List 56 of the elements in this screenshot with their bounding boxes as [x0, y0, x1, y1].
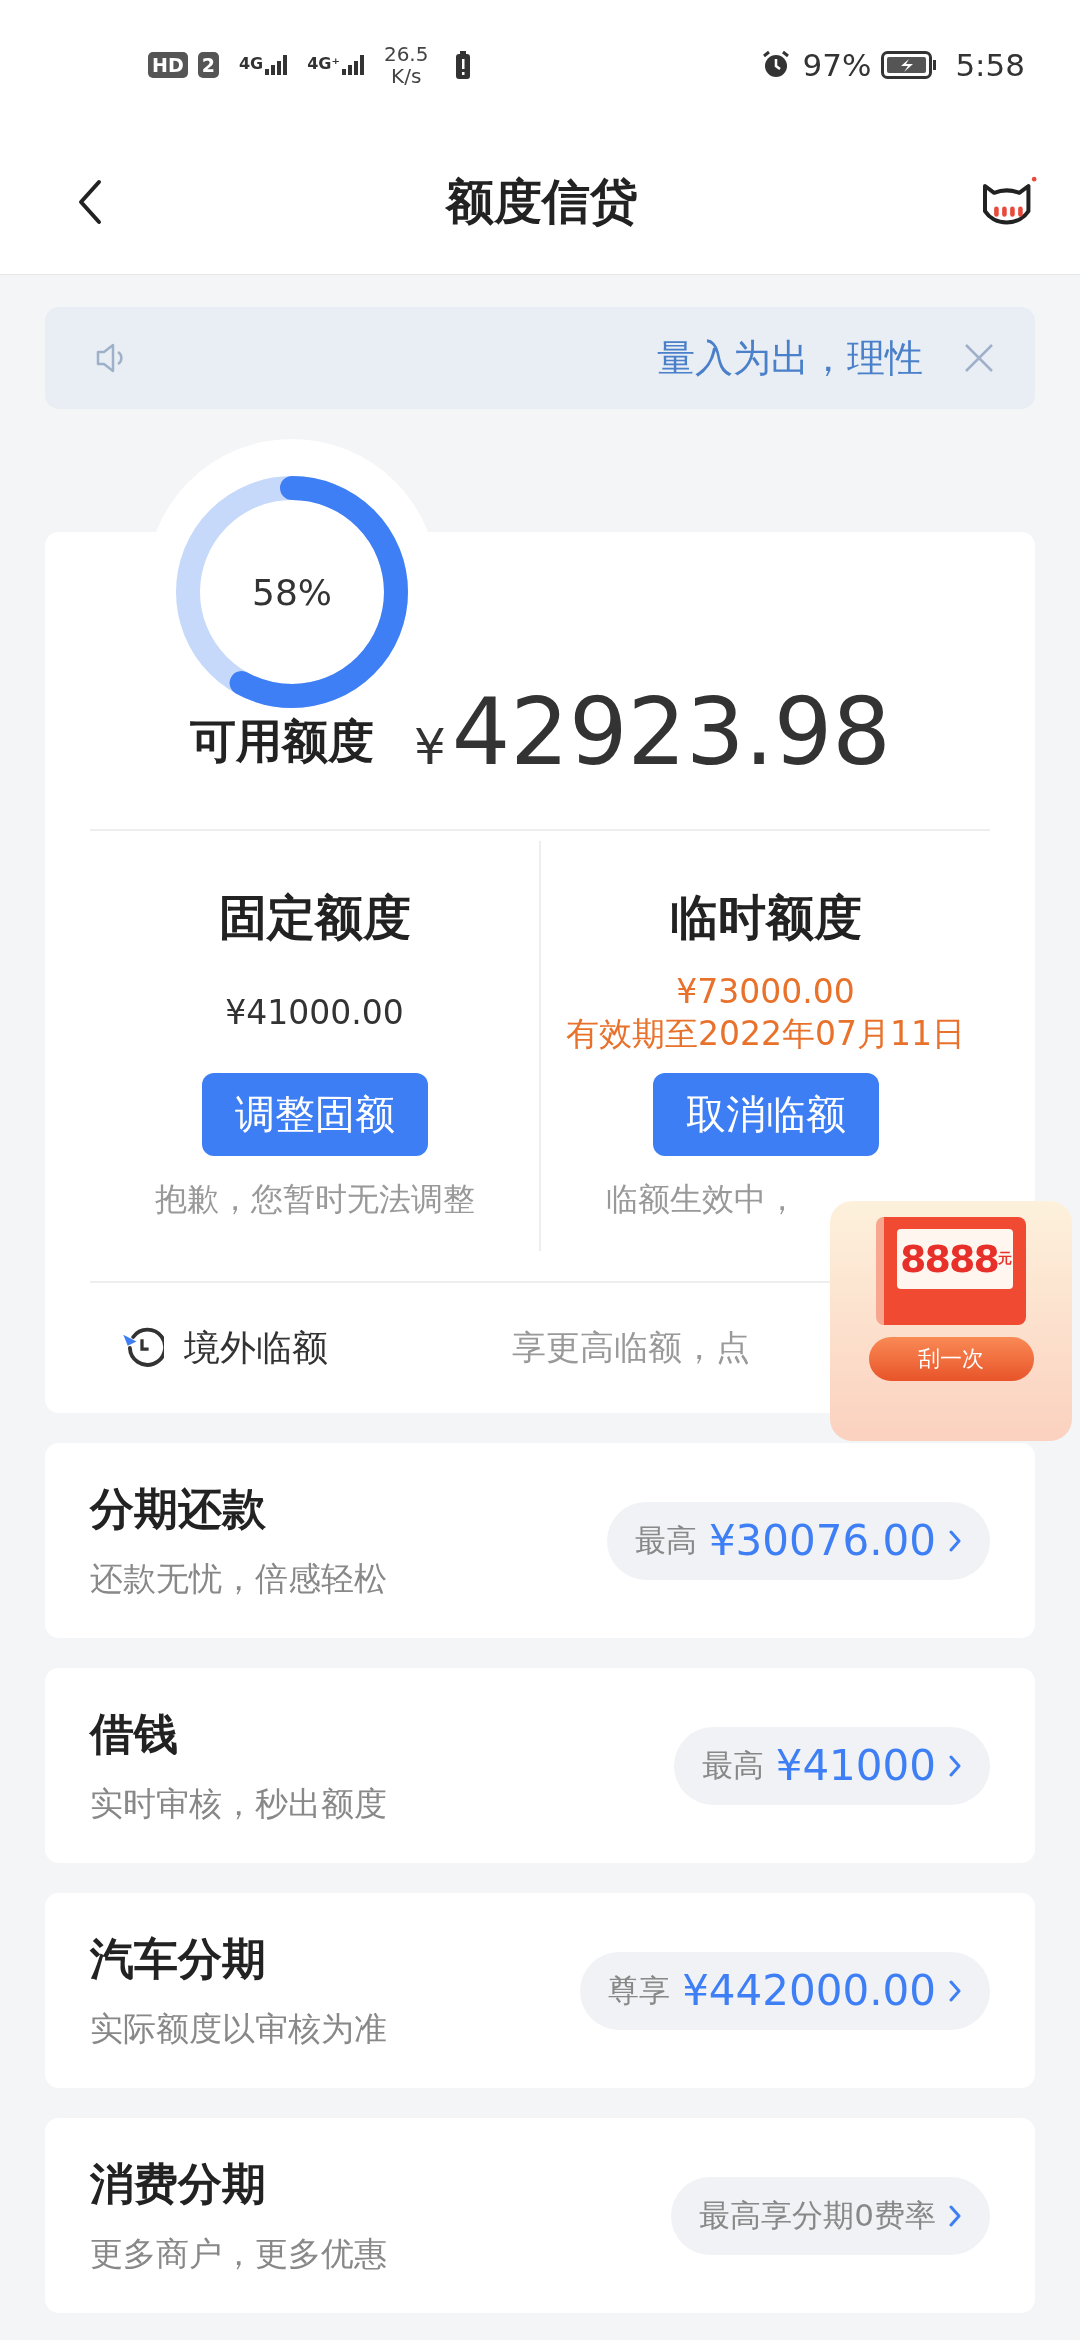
- network-label: 4G⁺: [307, 54, 340, 73]
- limit-prefix: 最高: [701, 1745, 764, 1785]
- quota-button[interactable]: 调整固额: [201, 1073, 428, 1156]
- product-card[interactable]: 借钱 实时审核，秒出额度 最高 ¥41000: [45, 1668, 1035, 1863]
- quota-title: 固定额度: [218, 888, 411, 947]
- chevron-icon: [948, 1754, 962, 1777]
- page-title: 额度信贷: [445, 172, 638, 231]
- quota-note: 临额生效中，: [606, 1179, 798, 1220]
- battery-icon: [881, 51, 938, 79]
- limit-pill[interactable]: 最高享分期0费率: [671, 2176, 990, 2255]
- product-subtitle: 还款无忧，倍感轻松: [90, 1557, 387, 1600]
- signal-icon: [265, 54, 288, 76]
- limit-pill[interactable]: 最高 ¥30076.00: [606, 1501, 990, 1580]
- limit-value: ¥30076.00: [708, 1516, 936, 1565]
- limit-pill[interactable]: 尊享 ¥442000.00: [580, 1951, 990, 2030]
- chevron-icon: [948, 1529, 962, 1552]
- quota-button[interactable]: 取消临额: [652, 1073, 879, 1156]
- chevron-icon: [948, 1979, 962, 2002]
- limit-value: ¥442000.00: [682, 1966, 936, 2015]
- product-title: 消费分期: [90, 2156, 267, 2211]
- overseas-hint[interactable]: 享更高临额，点: [512, 1325, 750, 1371]
- product-title: 分期还款: [90, 1481, 267, 1536]
- product-subtitle: 实时审核，秒出额度: [90, 1782, 387, 1825]
- limit-prefix: 最高享分期0费率: [699, 2195, 936, 2235]
- product-subtitle: 更多商户，更多优惠: [90, 2232, 387, 2275]
- limit-prefix: 尊享: [608, 1970, 671, 2010]
- product-title: 借钱: [90, 1706, 179, 1761]
- quota-title: 临时额度: [669, 888, 862, 947]
- quota-note: 抱歉，您暂时无法调整: [154, 1179, 475, 1220]
- available-amount: ¥42923.98: [414, 687, 891, 779]
- chevron-icon: [948, 2204, 962, 2227]
- product-title: 汽车分期: [90, 1931, 267, 1986]
- battery-percent: 97%: [802, 47, 872, 83]
- available-label: 可用额度: [190, 713, 374, 770]
- hd-badge: HD: [148, 52, 188, 78]
- battery-alert-icon: [456, 51, 471, 79]
- limit-prefix: 最高: [634, 1520, 697, 1560]
- speed-unit: K/s: [391, 65, 422, 87]
- clock-time: 5:58: [955, 47, 1025, 83]
- signal-icon: [341, 54, 364, 76]
- scratch-button[interactable]: 刮一次: [868, 1337, 1034, 1381]
- network-speed: 26.5: [383, 43, 429, 65]
- limit-pill[interactable]: 最高 ¥41000: [673, 1726, 990, 1805]
- sim-badge: 2: [197, 52, 219, 78]
- product-card[interactable]: 消费分期 更多商户，更多优惠 最高享分期0费率: [45, 2118, 1035, 2313]
- notice-text: 量入为出，理性: [657, 334, 923, 382]
- product-card[interactable]: 汽车分期 实际额度以审核为准 尊享 ¥442000.00: [45, 1893, 1035, 2088]
- quota-value: ¥41000.00: [225, 991, 404, 1034]
- quota-value: 有效期至2022年07月11日: [566, 1012, 965, 1055]
- product-subtitle: 实际额度以审核为准: [90, 2007, 387, 2050]
- usage-percent: 58%: [252, 571, 332, 613]
- overseas-label: 境外临额: [184, 1325, 328, 1370]
- network-label: 4G: [238, 54, 264, 73]
- quota-value: ¥73000.00: [676, 970, 855, 1013]
- product-card[interactable]: 分期还款 还款无忧，倍感轻松 最高 ¥30076.00: [45, 1443, 1035, 1638]
- limit-value: ¥41000: [775, 1741, 936, 1790]
